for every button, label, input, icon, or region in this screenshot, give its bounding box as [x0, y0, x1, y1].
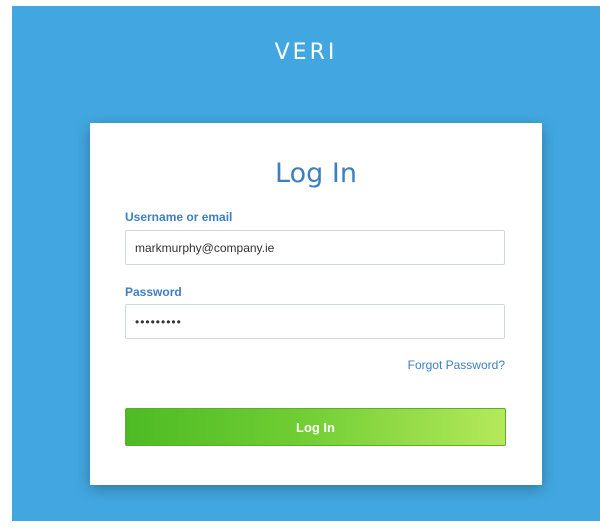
brand-logo: VERI [274, 40, 338, 65]
password-label: Password [125, 285, 182, 299]
login-title: Log In [275, 158, 357, 189]
username-label: Username or email [125, 210, 233, 224]
login-card: Log In Username or email Password Forgot… [90, 123, 542, 485]
forgot-password-link[interactable]: Forgot Password? [408, 358, 505, 372]
app-background: VERI Log In Username or email Password F… [12, 6, 600, 521]
password-input[interactable] [125, 304, 505, 339]
username-input[interactable] [125, 230, 505, 265]
login-button[interactable]: Log In [125, 408, 506, 446]
